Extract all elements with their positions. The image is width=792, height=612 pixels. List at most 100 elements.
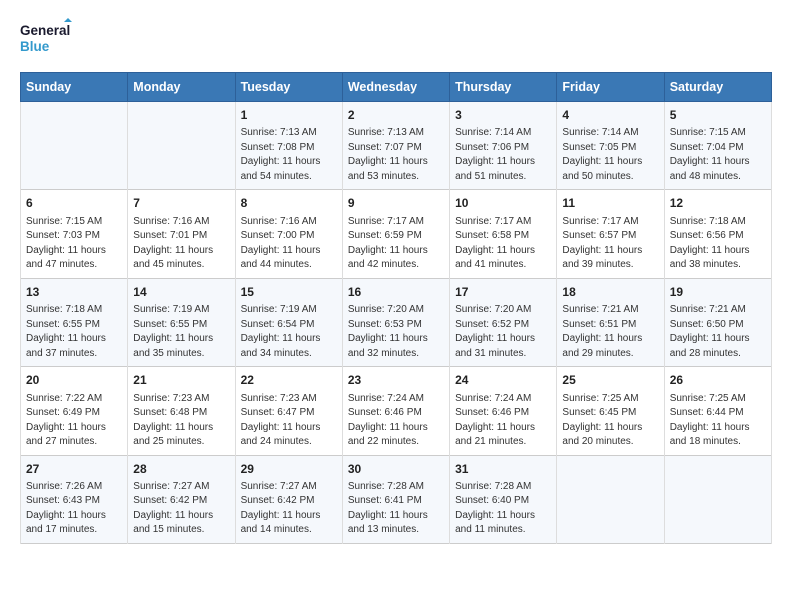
cell-sun-info: Sunrise: 7:23 AMSunset: 6:48 PMDaylight:… xyxy=(133,392,229,450)
cell-sun-info: Sunrise: 7:16 AMSunset: 7:00 PMDaylight:… xyxy=(241,215,337,273)
day-number: 16 xyxy=(348,284,444,301)
svg-text:General: General xyxy=(20,23,70,38)
cell-sun-info: Sunrise: 7:17 AMSunset: 6:58 PMDaylight:… xyxy=(455,215,551,273)
day-number: 4 xyxy=(562,107,658,124)
cell-sun-info: Sunrise: 7:25 AMSunset: 6:44 PMDaylight:… xyxy=(670,392,766,450)
cell-sun-info: Sunrise: 7:28 AMSunset: 6:40 PMDaylight:… xyxy=(455,480,551,538)
cell-sun-info: Sunrise: 7:27 AMSunset: 6:42 PMDaylight:… xyxy=(241,480,337,538)
calendar-cell: 9 Sunrise: 7:17 AMSunset: 6:59 PMDaylight… xyxy=(342,190,449,278)
cell-sun-info: Sunrise: 7:14 AMSunset: 7:05 PMDaylight:… xyxy=(562,126,658,184)
cell-sun-info: Sunrise: 7:14 AMSunset: 7:06 PMDaylight:… xyxy=(455,126,551,184)
calendar-cell: 6 Sunrise: 7:15 AMSunset: 7:03 PMDaylight… xyxy=(21,190,128,278)
day-of-week-header: Sunday xyxy=(21,73,128,102)
header: General Blue xyxy=(20,18,772,58)
day-number: 31 xyxy=(455,461,551,478)
cell-sun-info: Sunrise: 7:21 AMSunset: 6:51 PMDaylight:… xyxy=(562,303,658,361)
day-number: 24 xyxy=(455,372,551,389)
day-of-week-header: Monday xyxy=(128,73,235,102)
calendar-cell: 15 Sunrise: 7:19 AMSunset: 6:54 PMDayligh… xyxy=(235,278,342,366)
calendar-week-row: 13 Sunrise: 7:18 AMSunset: 6:55 PMDayligh… xyxy=(21,278,772,366)
calendar-cell: 28 Sunrise: 7:27 AMSunset: 6:42 PMDayligh… xyxy=(128,455,235,543)
calendar-cell: 21 Sunrise: 7:23 AMSunset: 6:48 PMDayligh… xyxy=(128,367,235,455)
calendar-cell: 29 Sunrise: 7:27 AMSunset: 6:42 PMDayligh… xyxy=(235,455,342,543)
day-number: 19 xyxy=(670,284,766,301)
calendar-cell: 14Sunrise: 7:19 AMSunset: 6:55 PMDayligh… xyxy=(128,278,235,366)
cell-sun-info: Sunrise: 7:20 AMSunset: 6:52 PMDaylight:… xyxy=(455,303,551,361)
day-number: 14 xyxy=(133,284,229,301)
day-number: 29 xyxy=(241,461,337,478)
day-number: 8 xyxy=(241,195,337,212)
calendar-cell: 13 Sunrise: 7:18 AMSunset: 6:55 PMDayligh… xyxy=(21,278,128,366)
cell-sun-info: Sunrise: 7:18 AMSunset: 6:55 PMDaylight:… xyxy=(26,303,122,361)
cell-sun-info: Sunrise: 7:24 AMSunset: 6:46 PMDaylight:… xyxy=(455,392,551,450)
calendar-week-row: 27 Sunrise: 7:26 AMSunset: 6:43 PMDayligh… xyxy=(21,455,772,543)
cell-sun-info: Sunrise: 7:15 AMSunset: 7:04 PMDaylight:… xyxy=(670,126,766,184)
day-number: 12 xyxy=(670,195,766,212)
calendar-cell: 22 Sunrise: 7:23 AMSunset: 6:47 PMDayligh… xyxy=(235,367,342,455)
day-number: 7 xyxy=(133,195,229,212)
cell-sun-info: Sunrise: 7:19 AMSunset: 6:54 PMDaylight:… xyxy=(241,303,337,361)
day-number: 17 xyxy=(455,284,551,301)
calendar-table: SundayMondayTuesdayWednesdayThursdayFrid… xyxy=(20,72,772,544)
cell-sun-info: Sunrise: 7:27 AMSunset: 6:42 PMDaylight:… xyxy=(133,480,229,538)
cell-sun-info: Sunrise: 7:13 AMSunset: 7:08 PMDaylight:… xyxy=(241,126,337,184)
day-number: 10 xyxy=(455,195,551,212)
cell-sun-info: Sunrise: 7:17 AMSunset: 6:59 PMDaylight:… xyxy=(348,215,444,273)
calendar-cell: 24 Sunrise: 7:24 AMSunset: 6:46 PMDayligh… xyxy=(450,367,557,455)
cell-sun-info: Sunrise: 7:13 AMSunset: 7:07 PMDaylight:… xyxy=(348,126,444,184)
day-of-week-header: Saturday xyxy=(664,73,771,102)
calendar-cell: 16 Sunrise: 7:20 AMSunset: 6:53 PMDayligh… xyxy=(342,278,449,366)
cell-sun-info: Sunrise: 7:25 AMSunset: 6:45 PMDaylight:… xyxy=(562,392,658,450)
calendar-cell: 11Sunrise: 7:17 AMSunset: 6:57 PMDayligh… xyxy=(557,190,664,278)
day-number: 1 xyxy=(241,107,337,124)
calendar-cell: 26 Sunrise: 7:25 AMSunset: 6:44 PMDayligh… xyxy=(664,367,771,455)
day-number: 22 xyxy=(241,372,337,389)
cell-sun-info: Sunrise: 7:20 AMSunset: 6:53 PMDaylight:… xyxy=(348,303,444,361)
calendar-cell: 1 Sunrise: 7:13 AMSunset: 7:08 PMDaylight… xyxy=(235,102,342,190)
cell-sun-info: Sunrise: 7:26 AMSunset: 6:43 PMDaylight:… xyxy=(26,480,122,538)
day-number: 23 xyxy=(348,372,444,389)
day-number: 30 xyxy=(348,461,444,478)
calendar-cell: 20Sunrise: 7:22 AMSunset: 6:49 PMDayligh… xyxy=(21,367,128,455)
calendar-cell: 23 Sunrise: 7:24 AMSunset: 6:46 PMDayligh… xyxy=(342,367,449,455)
calendar-cell: 10 Sunrise: 7:17 AMSunset: 6:58 PMDayligh… xyxy=(450,190,557,278)
day-number: 21 xyxy=(133,372,229,389)
day-number: 13 xyxy=(26,284,122,301)
calendar-cell: 4 Sunrise: 7:14 AMSunset: 7:05 PMDaylight… xyxy=(557,102,664,190)
logo: General Blue xyxy=(20,18,72,58)
calendar-cell: 7Sunrise: 7:16 AMSunset: 7:01 PMDaylight… xyxy=(128,190,235,278)
day-number: 2 xyxy=(348,107,444,124)
calendar-cell: 25 Sunrise: 7:25 AMSunset: 6:45 PMDayligh… xyxy=(557,367,664,455)
day-number: 5 xyxy=(670,107,766,124)
cell-sun-info: Sunrise: 7:21 AMSunset: 6:50 PMDaylight:… xyxy=(670,303,766,361)
calendar-cell: 27 Sunrise: 7:26 AMSunset: 6:43 PMDayligh… xyxy=(21,455,128,543)
day-of-week-header: Wednesday xyxy=(342,73,449,102)
day-of-week-header: Friday xyxy=(557,73,664,102)
day-number: 3 xyxy=(455,107,551,124)
calendar-cell: 19 Sunrise: 7:21 AMSunset: 6:50 PMDayligh… xyxy=(664,278,771,366)
svg-text:Blue: Blue xyxy=(20,39,50,54)
day-number: 28 xyxy=(133,461,229,478)
cell-sun-info: Sunrise: 7:15 AMSunset: 7:03 PMDaylight:… xyxy=(26,215,122,273)
day-of-week-header: Tuesday xyxy=(235,73,342,102)
cell-sun-info: Sunrise: 7:28 AMSunset: 6:41 PMDaylight:… xyxy=(348,480,444,538)
day-number: 15 xyxy=(241,284,337,301)
calendar-week-row: 20Sunrise: 7:22 AMSunset: 6:49 PMDayligh… xyxy=(21,367,772,455)
day-number: 6 xyxy=(26,195,122,212)
calendar-cell: 17 Sunrise: 7:20 AMSunset: 6:52 PMDayligh… xyxy=(450,278,557,366)
calendar-cell xyxy=(664,455,771,543)
calendar-week-row: 6 Sunrise: 7:15 AMSunset: 7:03 PMDaylight… xyxy=(21,190,772,278)
day-number: 27 xyxy=(26,461,122,478)
calendar-header: SundayMondayTuesdayWednesdayThursdayFrid… xyxy=(21,73,772,102)
calendar-cell: 5 Sunrise: 7:15 AMSunset: 7:04 PMDaylight… xyxy=(664,102,771,190)
day-number: 25 xyxy=(562,372,658,389)
day-number: 26 xyxy=(670,372,766,389)
calendar-week-row: 1 Sunrise: 7:13 AMSunset: 7:08 PMDaylight… xyxy=(21,102,772,190)
day-number: 9 xyxy=(348,195,444,212)
cell-sun-info: Sunrise: 7:23 AMSunset: 6:47 PMDaylight:… xyxy=(241,392,337,450)
calendar-cell: 31 Sunrise: 7:28 AMSunset: 6:40 PMDayligh… xyxy=(450,455,557,543)
cell-sun-info: Sunrise: 7:24 AMSunset: 6:46 PMDaylight:… xyxy=(348,392,444,450)
calendar-cell: 2 Sunrise: 7:13 AMSunset: 7:07 PMDaylight… xyxy=(342,102,449,190)
calendar-cell xyxy=(128,102,235,190)
calendar-cell: 30 Sunrise: 7:28 AMSunset: 6:41 PMDayligh… xyxy=(342,455,449,543)
